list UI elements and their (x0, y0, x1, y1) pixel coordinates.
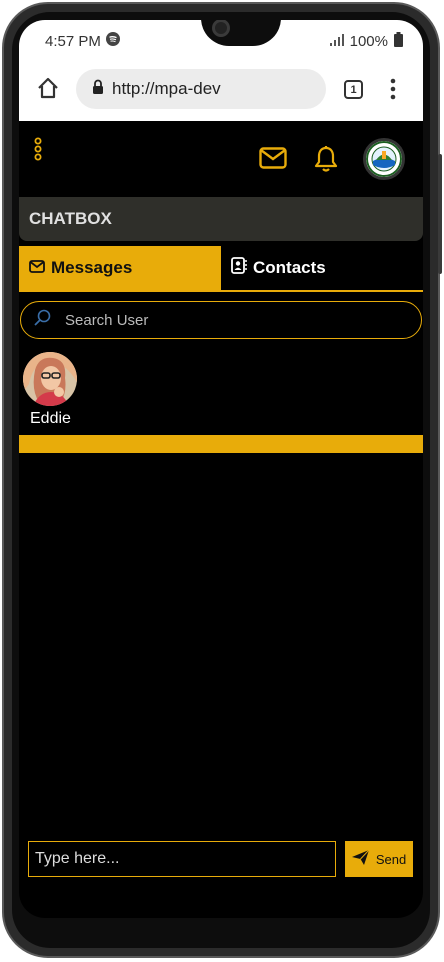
organization-logo-avatar[interactable] (363, 138, 405, 180)
message-compose (28, 841, 336, 877)
section-divider (19, 435, 423, 453)
browser-menu-icon[interactable] (390, 78, 396, 105)
mail-icon[interactable] (259, 147, 287, 174)
browser-toolbar: http://mpa-dev 1 (19, 64, 423, 121)
message-input[interactable] (29, 842, 335, 876)
app-header (19, 121, 423, 197)
lock-icon (92, 79, 104, 99)
spotify-icon (105, 32, 120, 50)
address-bar[interactable]: http://mpa-dev (76, 69, 326, 109)
tab-messages-label: Messages (51, 258, 133, 277)
side-button (438, 154, 442, 274)
send-button-label: Send (375, 851, 407, 867)
tab-messages[interactable]: Messages (19, 246, 221, 290)
user-item[interactable]: Eddie (23, 352, 79, 428)
paper-plane-icon (351, 849, 370, 868)
battery-icon (394, 32, 403, 51)
search-input[interactable] (65, 311, 385, 329)
home-icon[interactable] (37, 77, 59, 104)
chat-tabs: Messages Contacts (19, 246, 423, 292)
status-time: 4:57 PM (45, 32, 101, 50)
url-text: http://mpa-dev (112, 79, 221, 98)
status-time-group: 4:57 PM (45, 32, 120, 50)
avatar[interactable] (23, 352, 77, 406)
page-title: CHATBOX (19, 197, 423, 241)
search-icon (33, 308, 53, 333)
send-button[interactable]: Send (345, 841, 413, 877)
status-right: 100% (329, 32, 403, 51)
signal-icon (329, 33, 344, 50)
search-box[interactable] (20, 301, 422, 339)
status-bar: 4:57 PM 100% (19, 20, 423, 64)
screen: 4:57 PM 100% http://mpa-dev 1 CHATBOX Me… (19, 20, 423, 918)
tab-contacts-label: Contacts (253, 258, 326, 277)
user-name: Eddie (30, 410, 71, 427)
app-menu-icon[interactable] (34, 137, 42, 168)
envelope-icon (29, 258, 45, 278)
tab-contacts[interactable]: Contacts (221, 246, 423, 290)
tab-switcher-button[interactable]: 1 (344, 80, 363, 99)
bell-icon[interactable] (313, 145, 339, 178)
battery-percent: 100% (349, 33, 388, 50)
address-book-icon (231, 257, 247, 279)
